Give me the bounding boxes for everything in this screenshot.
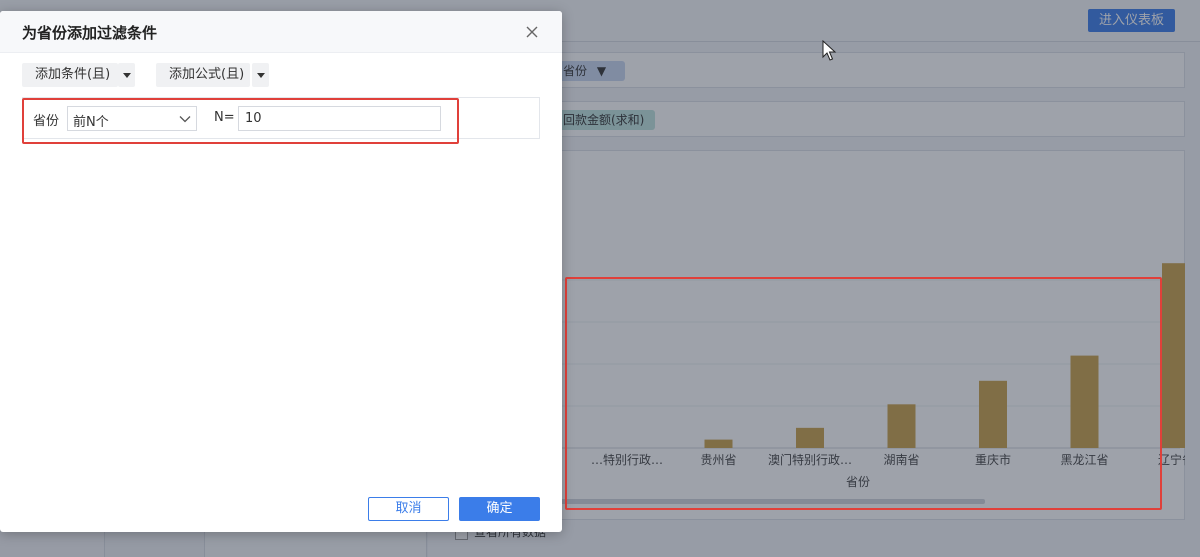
dialog-header: 为省份添加过滤条件 <box>0 11 562 53</box>
chart-highlight-box <box>565 277 1162 510</box>
mouse-cursor-icon <box>822 40 837 61</box>
confirm-button[interactable]: 确定 <box>459 497 540 521</box>
cancel-button[interactable]: 取消 <box>368 497 449 521</box>
add-formula-button[interactable]: 添加公式(且) <box>156 63 250 87</box>
condition-highlight-box <box>22 98 459 144</box>
add-condition-dropdown-icon[interactable] <box>118 63 135 87</box>
add-condition-button[interactable]: 添加条件(且) <box>22 63 118 87</box>
close-icon[interactable] <box>523 23 541 41</box>
dialog-title: 为省份添加过滤条件 <box>22 24 158 42</box>
filter-dialog: 为省份添加过滤条件 添加条件(且) 添加公式(且) 取消 确定 <box>0 11 562 532</box>
add-formula-dropdown-icon[interactable] <box>252 63 269 87</box>
